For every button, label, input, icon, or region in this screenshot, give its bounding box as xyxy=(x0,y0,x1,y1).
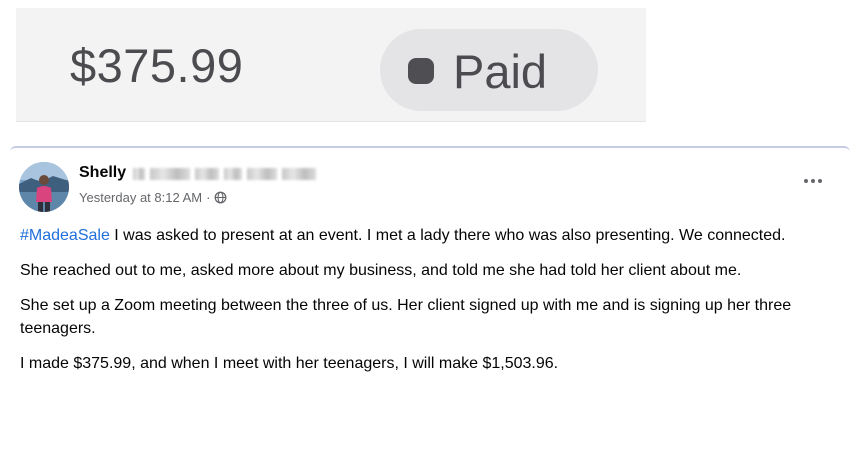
avatar[interactable] xyxy=(19,162,69,212)
hashtag-link[interactable]: #MadeaSale xyxy=(20,227,110,244)
post-body: #MadeaSale I was asked to present at an … xyxy=(20,224,830,387)
status-badge: Paid xyxy=(380,29,598,111)
paragraph-text: I was asked to present at an event. I me… xyxy=(109,227,786,244)
author-name[interactable]: Shelly xyxy=(79,164,126,182)
meta-separator: · xyxy=(206,190,211,205)
status-label: Paid xyxy=(453,45,548,98)
redacted-surname xyxy=(133,167,331,181)
post-paragraph: #MadeaSale I was asked to present at an … xyxy=(20,224,830,247)
post-paragraph: She reached out to me, asked more about … xyxy=(20,262,742,279)
post-meta: Yesterday at 8:12 AM · xyxy=(79,190,227,205)
post-timestamp[interactable]: Yesterday at 8:12 AM xyxy=(79,190,202,205)
status-dot-icon xyxy=(408,58,434,84)
invoice-amount: $375.99 xyxy=(70,39,244,92)
facebook-post: Shelly Yesterday at 8:12 AM · #MadeaSale… xyxy=(10,146,850,452)
avatar-photo-icon xyxy=(19,162,69,212)
more-horizontal-icon[interactable] xyxy=(800,174,826,188)
invoice-summary: $375.99 Paid xyxy=(16,8,646,122)
post-paragraph: She set up a Zoom meeting between the th… xyxy=(20,297,792,337)
post-paragraph: I made $375.99, and when I meet with her… xyxy=(20,355,559,372)
globe-icon[interactable] xyxy=(214,191,227,204)
